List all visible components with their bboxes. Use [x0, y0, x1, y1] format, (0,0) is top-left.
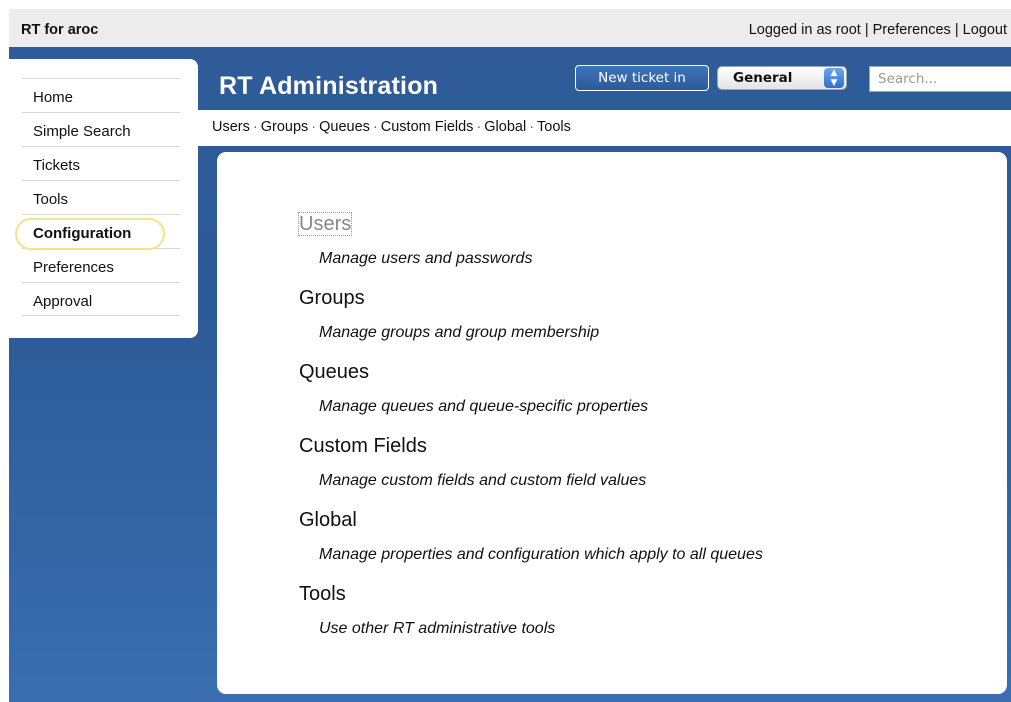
subnav-tools[interactable]: Tools — [537, 119, 571, 135]
sidebar-item-label: Home — [33, 89, 74, 106]
subnav-users[interactable]: Users — [212, 119, 250, 135]
section-link-tools[interactable]: Tools — [299, 579, 979, 616]
select-arrows-icon: ▲ ▼ — [824, 68, 844, 88]
sidebar-item-tickets[interactable]: Tickets — [22, 146, 180, 180]
logged-in-label: Logged in as root — [748, 22, 861, 38]
app-title: RT for aroc — [21, 22, 99, 38]
page-title: RT Administration — [219, 72, 439, 100]
queue-select-value: General — [733, 70, 793, 86]
section-link-global[interactable]: Global — [299, 505, 979, 542]
section-description: Manage properties and configuration whic… — [319, 546, 763, 563]
admin-subnav: Users · Groups · Queues · Custom Fields · Global… — [198, 110, 1011, 146]
subnav-queues[interactable]: Queues — [319, 119, 370, 135]
preferences-link[interactable]: Preferences — [873, 22, 951, 38]
user-nav-separator: | — [950, 22, 963, 38]
subnav-separator: · — [476, 119, 482, 135]
admin-content-panel: Users Manage users and passwords Groups … — [217, 152, 1007, 694]
user-nav: Logged in as root | Preferences | Logout — [749, 22, 1007, 38]
subnav-separator: · — [311, 119, 317, 135]
logout-link[interactable]: Logout — [963, 22, 1007, 38]
sidebar-item-tools[interactable]: Tools — [22, 180, 180, 214]
section-link-custom-fields[interactable]: Custom Fields — [299, 431, 979, 468]
section-link-users[interactable]: Users — [297, 209, 979, 246]
sidebar-menu: Home Simple Search Tickets Tools Configu… — [9, 59, 198, 338]
section-description: Manage groups and group membership — [319, 324, 600, 341]
new-ticket-button[interactable]: New ticket in — [575, 65, 709, 91]
subnav-groups[interactable]: Groups — [261, 119, 309, 135]
sidebar-item-simple-search[interactable]: Simple Search — [22, 112, 180, 146]
section-title: Global — [299, 509, 357, 531]
section-description: Manage queues and queue-specific propert… — [319, 398, 649, 415]
subnav-global[interactable]: Global — [484, 119, 526, 135]
sidebar-item-label: Approval — [33, 293, 93, 310]
rt-app-window: RT for aroc Logged in as root | Preferen… — [9, 9, 1011, 702]
sidebar-item-configuration[interactable]: Configuration — [15, 214, 180, 250]
sidebar-item-label: Tickets — [33, 157, 80, 174]
section-description: Use other RT administrative tools — [319, 620, 556, 637]
section-description: Manage users and passwords — [319, 250, 533, 267]
user-nav-separator: | — [860, 22, 873, 38]
section-link-groups[interactable]: Groups — [299, 283, 979, 320]
sidebar-item-label: Preferences — [33, 259, 114, 276]
section-title: Custom Fields — [299, 435, 427, 457]
section-link-queues[interactable]: Queues — [299, 357, 979, 394]
active-highlight-ring — [15, 218, 165, 250]
search-input[interactable] — [869, 66, 1011, 92]
section-title: Tools — [299, 583, 346, 605]
sidebar-item-label: Tools — [33, 191, 69, 208]
sidebar-item-home[interactable]: Home — [22, 78, 180, 112]
subnav-custom-fields[interactable]: Custom Fields — [381, 119, 474, 135]
top-bar: RT for aroc Logged in as root | Preferen… — [9, 9, 1011, 47]
subnav-separator: · — [372, 119, 378, 135]
queue-select[interactable]: General ▲ ▼ — [717, 66, 847, 90]
subnav-separator: · — [529, 119, 535, 135]
sidebar-item-preferences[interactable]: Preferences — [22, 248, 180, 282]
section-title: Users — [297, 212, 353, 236]
section-description: Manage custom fields and custom field va… — [319, 472, 647, 489]
admin-section-list: Users Manage users and passwords Groups … — [297, 209, 979, 653]
subnav-separator: · — [252, 119, 258, 135]
sidebar-item-label: Simple Search — [33, 123, 131, 140]
section-title: Groups — [299, 287, 365, 309]
sidebar-item-approval[interactable]: Approval — [22, 282, 180, 316]
section-title: Queues — [299, 361, 370, 383]
